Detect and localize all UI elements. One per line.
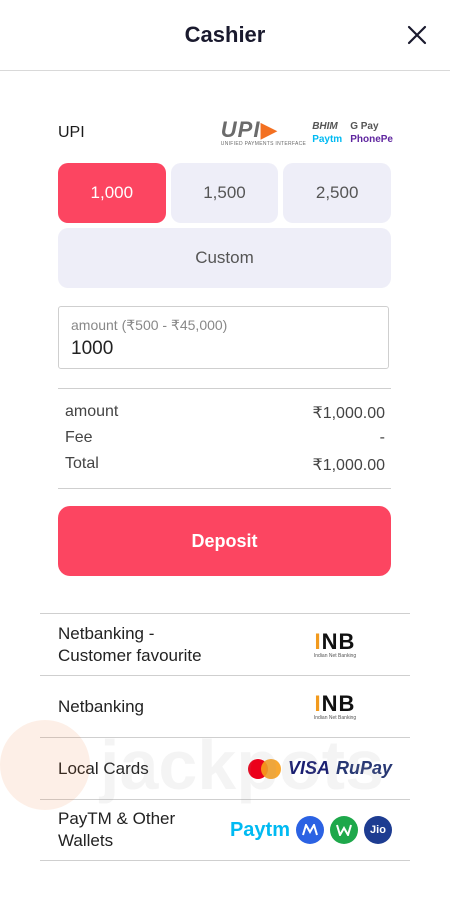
amount-input[interactable]: amount (₹500 - ₹45,000) 1000 [58,306,389,369]
inb-logo: INB Indian Net Banking [313,690,357,721]
summary-amount-row: amount ₹1,000.00 [65,403,385,429]
header: Cashier [0,0,450,71]
upi-row: UPI UPI▶ UNIFIED PAYMENTS INTERFACE BHIM… [58,110,393,155]
card-logos: VISA RuPay [247,758,410,779]
custom-amount-button[interactable]: Custom [58,228,391,288]
summary-fee-label: Fee [65,429,93,446]
amount-option-1000[interactable]: 1,000 [58,163,166,223]
method-netbanking[interactable]: Netbanking INB Indian Net Banking [40,675,410,737]
deposit-button[interactable]: Deposit [58,506,391,576]
mobikwik-icon [296,816,324,844]
method-name: Netbanking - Customer favourite [58,623,202,665]
method-local-cards[interactable]: Local Cards VISA RuPay [40,737,410,799]
method-name: Netbanking [58,696,145,716]
mastercard-icon [247,758,282,779]
summary-fee-row: Fee - [65,429,385,455]
method-wallets[interactable]: PayTM & Other Wallets Paytm Jio [40,799,410,861]
close-icon[interactable] [402,20,432,50]
visa-logo: VISA [287,758,330,778]
amount-option-2500[interactable]: 2,500 [283,163,391,223]
amount-placeholder: amount (₹500 - ₹45,000) [71,317,228,333]
paytm-logo: Paytm [229,818,290,841]
method-name: PayTM & Other Wallets [58,809,176,850]
summary-total-value: ₹1,000.00 [312,457,385,474]
method-name: Local Cards [58,758,149,778]
rupay-logo: RuPay [335,758,392,778]
summary: amount ₹1,000.00 Fee - Total ₹1,000.00 [58,388,391,489]
bhim-logo: BHIM [312,120,338,132]
wallet-logos: Paytm Jio [230,816,410,844]
jio-logo: Jio [364,816,392,844]
method-netbanking-favourite[interactable]: Netbanking - Customer favourite INB Indi… [40,613,410,675]
upi-apps-logos: BHIM G Pay Paytm PhonePe [312,121,393,145]
summary-amount-label: amount [65,403,119,420]
summary-total-label: Total [65,455,99,472]
summary-fee-value: - [379,429,385,446]
page-title: Cashier [184,22,266,47]
amount-options: 1,000 1,500 2,500 [58,163,391,223]
upi-label: UPI [58,123,85,141]
gpay-logo: G Pay [350,120,379,132]
summary-total-row: Total ₹1,000.00 [65,455,385,481]
paytm-logo: Paytm [312,133,343,145]
amount-value[interactable]: 1000 [71,338,376,360]
upi-logos: UPI▶ UNIFIED PAYMENTS INTERFACE BHIM G P… [220,116,393,147]
wallet-w-icon [330,816,358,844]
inb-logo: INB Indian Net Banking [313,628,357,659]
payment-methods: Netbanking - Customer favourite INB Indi… [40,613,410,861]
phonepe-logo: PhonePe [350,133,393,145]
amount-option-1500[interactable]: 1,500 [170,163,279,223]
summary-amount-value: ₹1,000.00 [312,405,385,422]
upi-logo: UPI▶ UNIFIED PAYMENTS INTERFACE [220,116,307,147]
